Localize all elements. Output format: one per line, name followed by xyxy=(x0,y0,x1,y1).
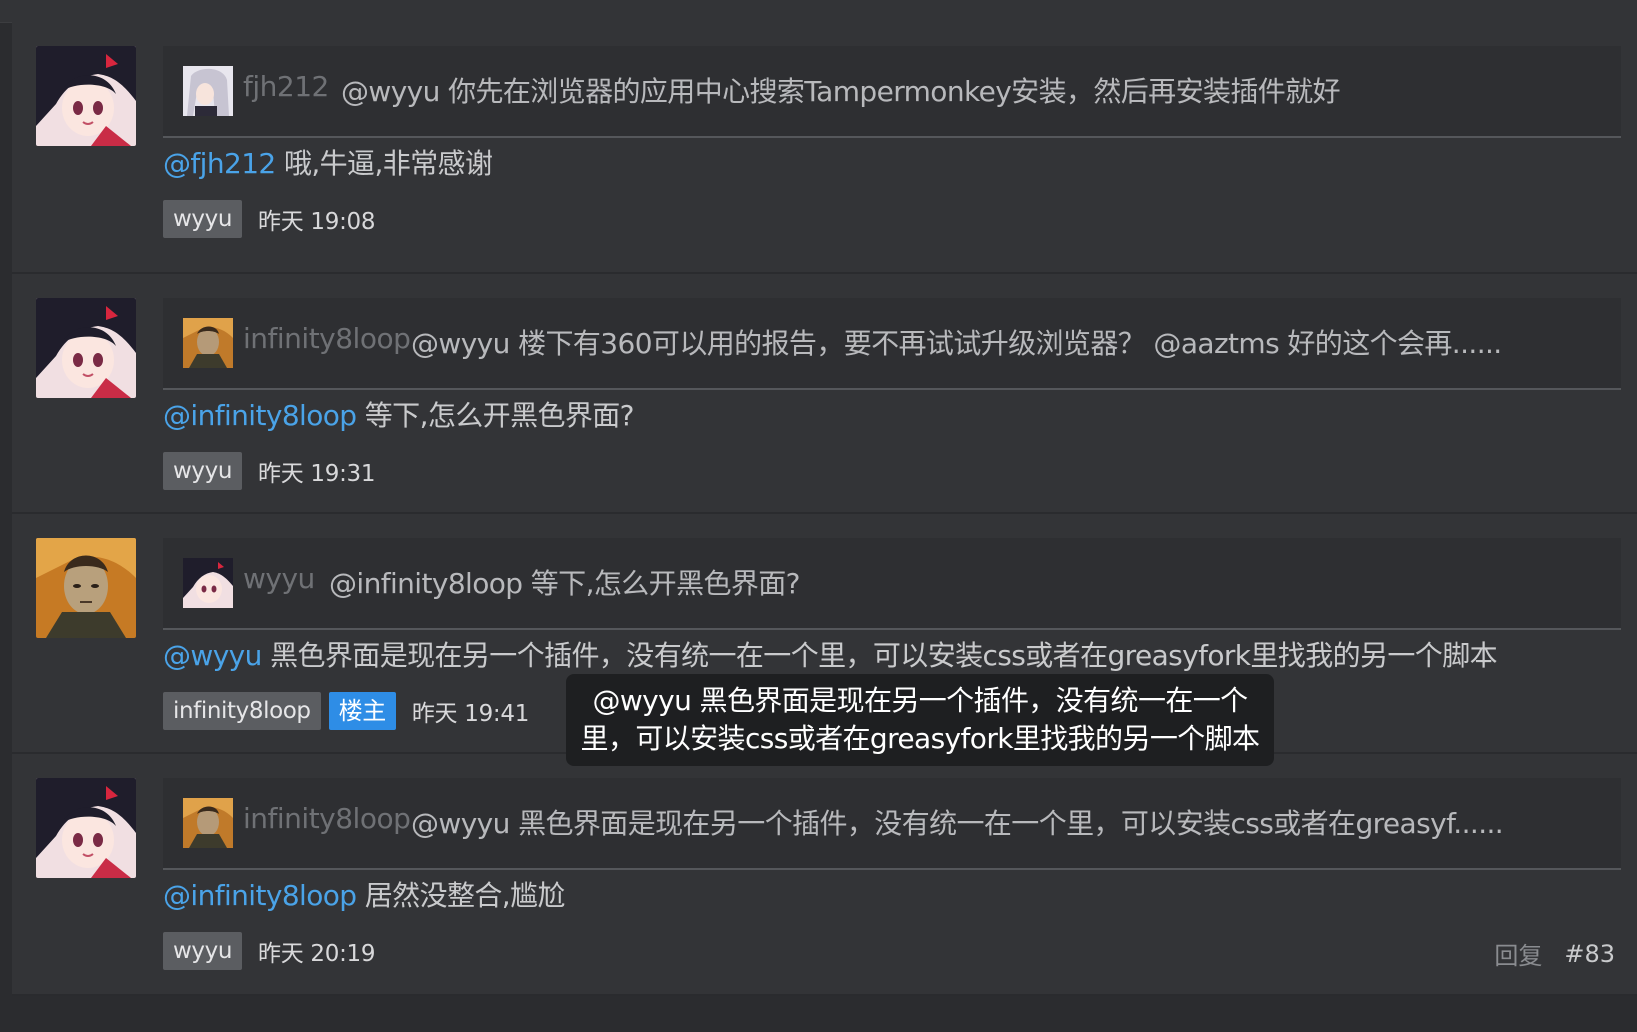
quoted-username[interactable]: infinity8loop xyxy=(243,802,411,835)
dark-man-avatar-icon[interactable] xyxy=(36,538,136,638)
quoted-text: @wyyu 楼下有360可以用的报告，要不再试试升级浏览器？ @aaztms 好… xyxy=(411,327,1502,360)
dark-man-avatar-icon[interactable] xyxy=(183,798,233,848)
quoted-text: @infinity8loop 等下,怎么开黑色界面? xyxy=(329,567,801,600)
quoted-username[interactable]: infinity8loop xyxy=(243,322,411,355)
reply-body: 居然没整合,尴尬 xyxy=(356,879,566,912)
quoted-text: @wyyu 黑色界面是现在另一个插件，没有统一在一个里，可以安装css或者在gr… xyxy=(411,807,1504,840)
timestamp: 昨天 19:41 xyxy=(411,701,530,727)
anime-girl-silver-avatar-icon[interactable] xyxy=(183,66,233,116)
reply-body: 黑色界面是现在另一个插件，没有统一在一个里，可以安装css或者在greasyfo… xyxy=(261,639,1498,672)
quoted-comment: infinity8loop @wyyu 楼下有360可以用的报告，要不再试试升级… xyxy=(163,298,1621,390)
quoted-comment: wyyu @infinity8loop 等下,怎么开黑色界面? xyxy=(163,538,1621,630)
reply-text: @infinity8loop 居然没整合,尴尬 xyxy=(163,874,565,914)
floor-number[interactable]: #83 xyxy=(1564,940,1615,968)
reply-text: @wyyu 黑色界面是现在另一个插件，没有统一在一个里，可以安装css或者在gr… xyxy=(163,634,1498,674)
reply-button[interactable]: 回复 xyxy=(1494,936,1542,971)
dark-man-avatar-icon[interactable] xyxy=(183,318,233,368)
author-tag[interactable]: infinity8loop xyxy=(163,692,321,730)
quoted-text: @wyyu 你先在浏览器的应用中心搜索Tampermonkey安装，然后再安装插… xyxy=(341,75,1341,108)
timestamp: 昨天 19:31 xyxy=(258,461,376,487)
reply-text: @infinity8loop 等下,怎么开黑色界面? xyxy=(163,394,635,434)
author-tag[interactable]: wyyu xyxy=(163,200,243,238)
comment-actions: 回复 #83 xyxy=(1494,936,1615,971)
anime-girl-avatar-icon[interactable] xyxy=(36,778,136,878)
comment-list: fjh212 @wyyu 你先在浏览器的应用中心搜索Tampermonkey安装… xyxy=(12,22,1637,996)
tooltip-line: @wyyu 黑色界面是现在另一个插件，没有统一在一个 xyxy=(592,684,1248,717)
quoted-comment: fjh212 @wyyu 你先在浏览器的应用中心搜索Tampermonkey安装… xyxy=(163,46,1621,138)
timestamp: 昨天 19:08 xyxy=(258,209,376,235)
anime-girl-avatar-icon[interactable] xyxy=(36,46,136,146)
comment-meta: wyyu 昨天 19:31 xyxy=(163,452,376,490)
comment-item: fjh212 @wyyu 你先在浏览器的应用中心搜索Tampermonkey安装… xyxy=(12,22,1637,274)
reply-body: 等下,怎么开黑色界面? xyxy=(356,399,635,432)
anime-girl-avatar-icon[interactable] xyxy=(183,558,233,608)
quoted-username[interactable]: fjh212 xyxy=(243,70,329,103)
reply-body: 哦,牛逼,非常感谢 xyxy=(275,147,493,180)
mention-link[interactable]: @wyyu xyxy=(163,639,262,672)
timestamp: 昨天 20:19 xyxy=(258,941,376,967)
previous-comment-edge xyxy=(0,0,1637,23)
quoted-comment: infinity8loop @wyyu 黑色界面是现在另一个插件，没有统一在一个… xyxy=(163,778,1621,870)
mention-link[interactable]: @infinity8loop xyxy=(163,399,357,432)
author-tag[interactable]: wyyu xyxy=(163,932,243,970)
comment-meta: wyyu 昨天 20:19 xyxy=(163,932,376,970)
reply-text: @fjh212 哦,牛逼,非常感谢 xyxy=(163,142,493,182)
comment-item: infinity8loop @wyyu 楼下有360可以用的报告，要不再试试升级… xyxy=(12,274,1637,514)
quoted-username[interactable]: wyyu xyxy=(243,562,315,595)
hover-tooltip: @wyyu 黑色界面是现在另一个插件，没有统一在一个 里，可以安装css或者在g… xyxy=(566,674,1274,766)
owner-badge: 楼主 xyxy=(328,692,396,730)
tooltip-line: 里，可以安装css或者在greasyfork里找我的另一个脚本 xyxy=(580,722,1261,755)
comment-meta: infinity8loop 楼主 昨天 19:41 xyxy=(163,692,529,730)
comment-item: infinity8loop @wyyu 黑色界面是现在另一个插件，没有统一在一个… xyxy=(12,754,1637,996)
mention-link[interactable]: @infinity8loop xyxy=(163,879,357,912)
mention-link[interactable]: @fjh212 xyxy=(163,147,276,180)
comment-meta: wyyu 昨天 19:08 xyxy=(163,200,376,238)
anime-girl-avatar-icon[interactable] xyxy=(36,298,136,398)
author-tag[interactable]: wyyu xyxy=(163,452,243,490)
